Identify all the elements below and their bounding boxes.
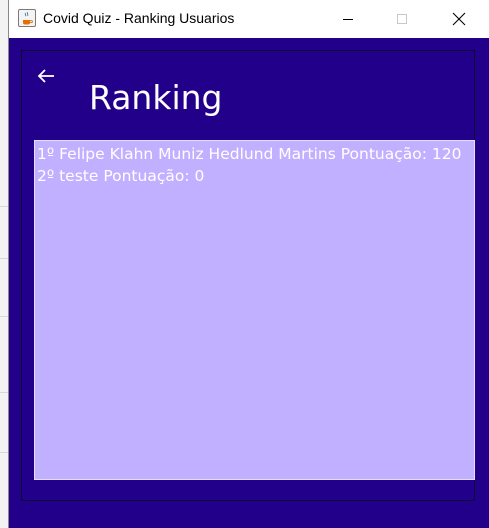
list-item[interactable]: 1º Felipe Klahn Muniz Hedlund Martins Po… (37, 143, 474, 165)
desktop-divider (0, 452, 8, 453)
desktop-divider (0, 206, 8, 207)
maximize-button[interactable] (379, 0, 425, 38)
title-bar[interactable]: Covid Quiz - Ranking Usuarios (9, 0, 489, 38)
ranking-panel: Ranking 1º Felipe Klahn Muniz Hedlund Ma… (21, 50, 475, 501)
app-window: Covid Quiz - Ranking Usuarios Ranking 1º… (8, 0, 489, 528)
desktop-background (0, 0, 8, 528)
window-title: Covid Quiz - Ranking Usuarios (43, 10, 235, 26)
page-title: Ranking (89, 78, 223, 117)
list-item[interactable]: 2º teste Pontuação: 0 (37, 165, 474, 187)
close-icon (452, 12, 466, 26)
minimize-icon (343, 19, 353, 20)
desktop-divider (0, 392, 8, 393)
content-frame: Ranking 1º Felipe Klahn Muniz Hedlund Ma… (9, 38, 489, 528)
close-button[interactable] (436, 0, 482, 38)
desktop-divider (0, 316, 8, 317)
maximize-icon (397, 14, 407, 24)
java-icon (18, 9, 36, 27)
ranking-list[interactable]: 1º Felipe Klahn Muniz Hedlund Martins Po… (34, 140, 475, 480)
minimize-button[interactable] (325, 0, 371, 38)
back-button[interactable] (36, 67, 58, 85)
desktop-divider (0, 258, 8, 259)
back-arrow-icon (37, 69, 54, 83)
